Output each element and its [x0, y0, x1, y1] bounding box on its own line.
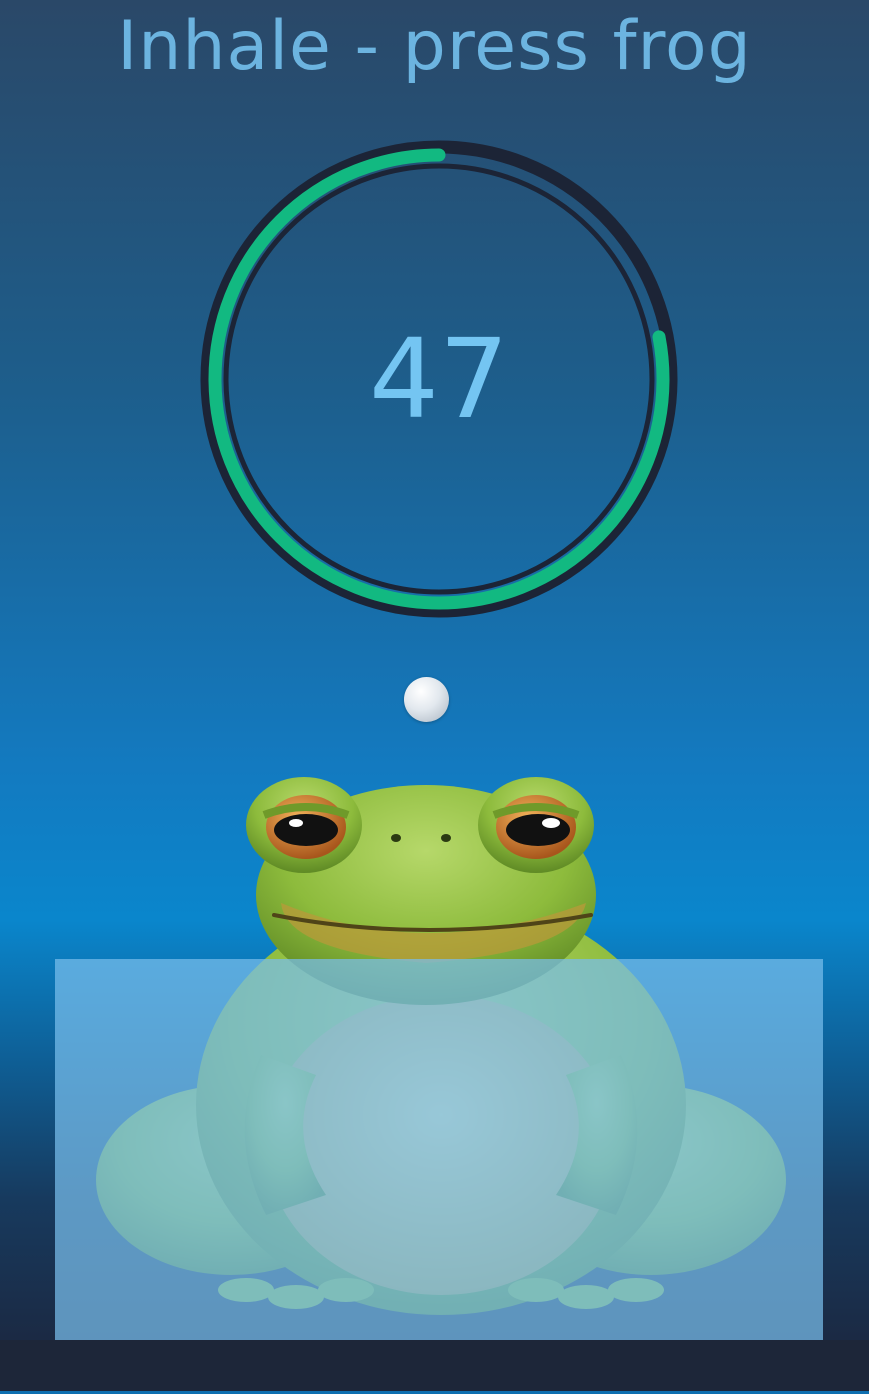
countdown-value: 47: [369, 315, 509, 443]
breath-indicator-dot: [404, 677, 449, 722]
countdown-timer: 47: [198, 138, 680, 620]
bottom-bar: [0, 1340, 869, 1394]
water-overlay: [55, 959, 823, 1340]
breath-instruction: Inhale - press frog: [117, 7, 752, 86]
